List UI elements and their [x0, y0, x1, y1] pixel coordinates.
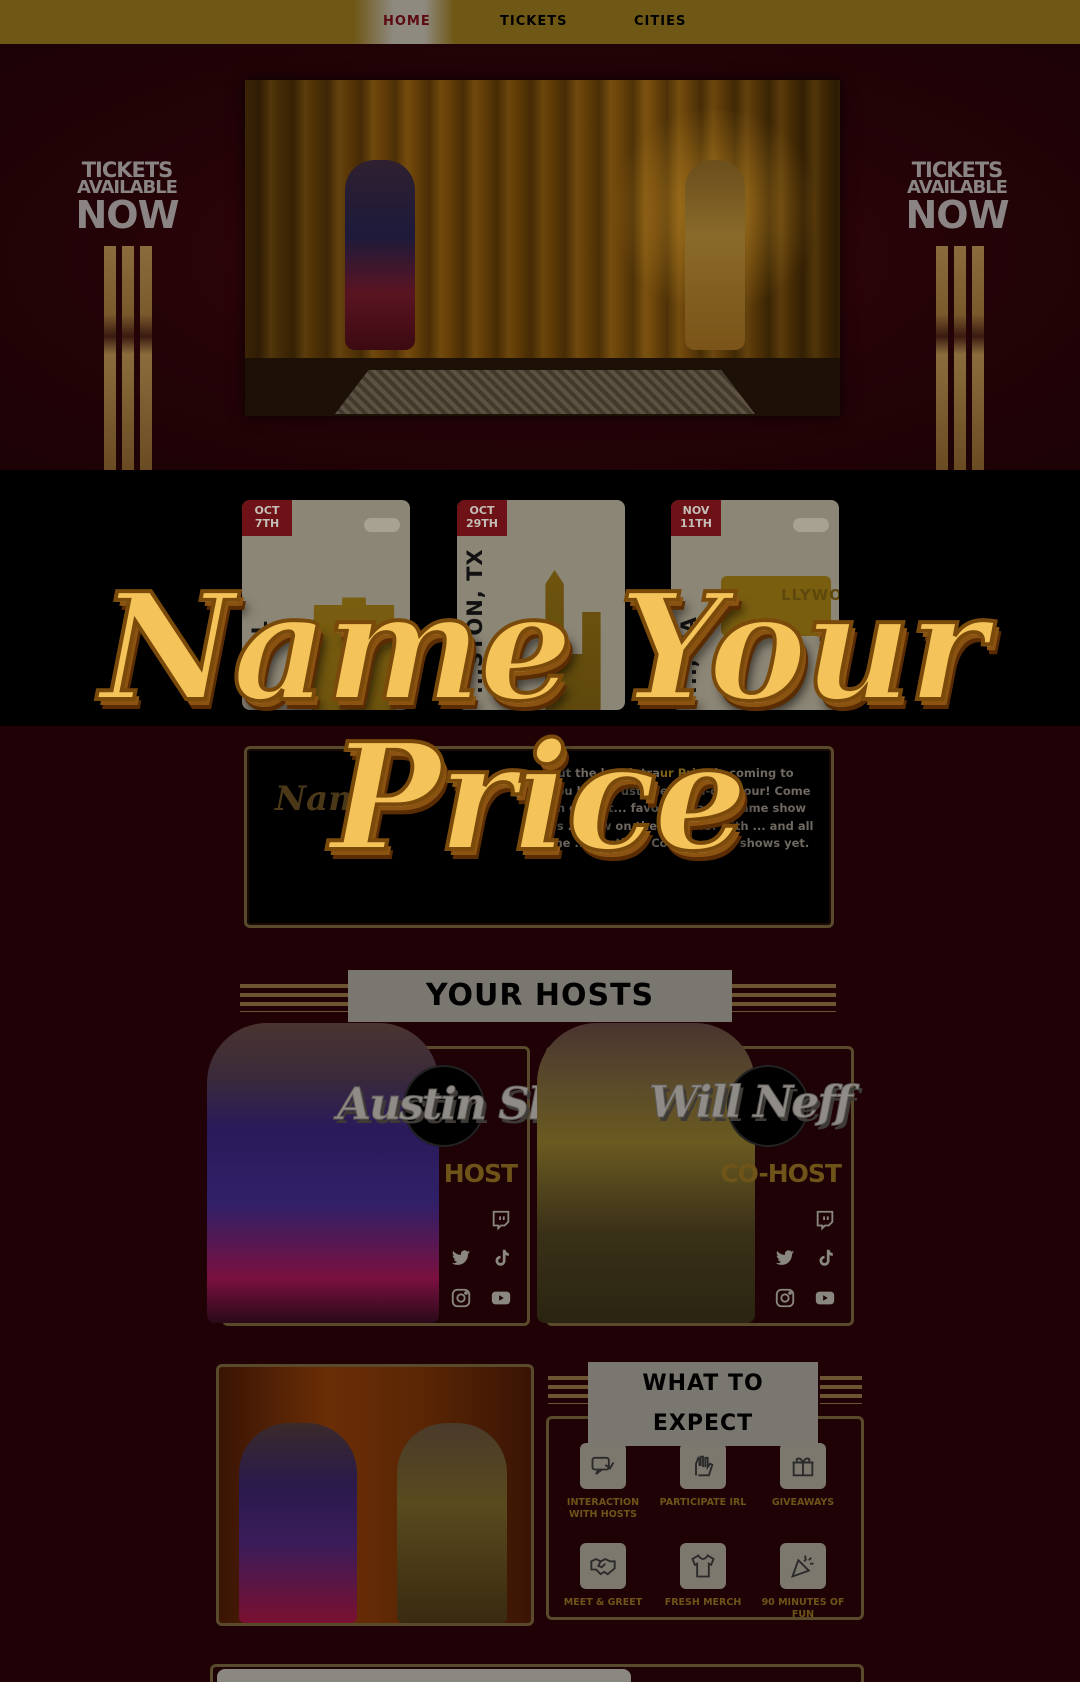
- nav-home-link[interactable]: HOME: [383, 14, 431, 29]
- hands-raised-icon: [680, 1443, 726, 1489]
- city-date: NOV 11TH: [671, 500, 721, 536]
- bottom-bar: [217, 1669, 631, 1682]
- expect-label: PARTICIPATE IRL: [659, 1497, 747, 1508]
- hosts-title: YOUR HOSTS: [348, 970, 732, 1022]
- about-text-start: Cut the laugh tra: [549, 766, 660, 780]
- expect-item-interaction: INTERACTION WITH HOSTS: [555, 1443, 651, 1521]
- stage-rug: [335, 370, 755, 414]
- nav-tickets-link[interactable]: TICKETS: [500, 14, 567, 29]
- tiktok-icon[interactable]: [489, 1247, 513, 1269]
- expect-item-merch: FRESH MERCH: [655, 1543, 751, 1609]
- expect-item-meet-greet: MEET & GREET: [555, 1543, 651, 1609]
- decorative-stripes-right: [936, 246, 984, 472]
- rocket-statue-icon: [545, 570, 601, 710]
- city-name: ..., CA: [677, 616, 701, 694]
- instagram-icon[interactable]: [773, 1287, 797, 1309]
- host-figure-right: [685, 160, 745, 350]
- hosts-stage-photo: [216, 1364, 534, 1626]
- tickets-available-badge-left[interactable]: TICKETS AVAILABLE NOW: [72, 160, 182, 237]
- bottom-section-preview: [210, 1664, 864, 1682]
- expect-label: INTERACTION WITH HOSTS: [566, 1497, 640, 1520]
- hollywood-sign-icon: [721, 576, 831, 636]
- decorative-stripes-left: [104, 246, 152, 472]
- host-photo: [207, 1023, 439, 1323]
- expect-item-giveaways: GIVEAWAYS: [755, 1443, 851, 1509]
- expect-label: MEET & GREET: [563, 1597, 643, 1608]
- twitch-icon[interactable]: [813, 1209, 837, 1231]
- host-role: CO-HOST: [720, 1159, 842, 1188]
- host-figure-left: [345, 160, 415, 350]
- host-card-will[interactable]: Will Neff CO-HOST: [537, 1023, 854, 1326]
- date-month: NOV: [682, 504, 710, 517]
- header-stripes-left: [240, 984, 350, 1012]
- date-day: 29TH: [465, 517, 499, 530]
- expect-title-line-2: EXPECT: [652, 1411, 754, 1436]
- city-card[interactable]: OCT 29TH ...STON, TX: [457, 500, 625, 710]
- city-name: ...STON, TX: [463, 548, 487, 694]
- host-card-austin[interactable]: Austin Show HOST: [207, 1023, 624, 1326]
- city-card[interactable]: OCT 7TH ..., FL: [242, 500, 410, 710]
- about-box: Nam Cut the laugh traur Price is coming …: [244, 746, 834, 928]
- youtube-icon[interactable]: [489, 1287, 513, 1309]
- top-nav: HOME TICKETS CITIES: [0, 0, 1080, 44]
- about-accent: ur Price: [659, 766, 711, 780]
- city-date: OCT 7TH: [242, 500, 292, 536]
- expect-title-line-1: WHAT TO: [642, 1371, 764, 1396]
- host-figure-left: [239, 1423, 357, 1623]
- header-stripes-right: [820, 1376, 862, 1404]
- about-logo: Nam: [275, 779, 365, 819]
- twitch-icon[interactable]: [489, 1209, 513, 1231]
- twitter-icon[interactable]: [773, 1247, 797, 1269]
- party-popper-icon: [780, 1543, 826, 1589]
- what-to-expect-title: WHAT TO EXPECT: [588, 1362, 818, 1446]
- tour-cities-band: OCT 7TH ..., FL OCT 29TH ...STON, TX NOV…: [0, 470, 1080, 726]
- badge-line-now: NOW: [905, 193, 1009, 237]
- cloud-icon: [793, 518, 829, 532]
- youtube-icon[interactable]: [813, 1287, 837, 1309]
- hosts-header: YOUR HOSTS: [240, 970, 836, 1022]
- castle-icon: [312, 560, 396, 710]
- host-figure-right: [397, 1423, 507, 1623]
- expect-item-participate: PARTICIPATE IRL: [655, 1443, 751, 1509]
- city-name: ..., FL: [248, 620, 272, 694]
- expect-label: GIVEAWAYS: [771, 1497, 835, 1508]
- about-text: Cut the laugh traur Price is coming to y…: [549, 765, 819, 853]
- tshirt-icon: [680, 1543, 726, 1589]
- tickets-available-badge-right[interactable]: TICKETS AVAILABLE NOW: [902, 160, 1012, 237]
- what-to-expect-header: WHAT TO EXPECT: [548, 1362, 862, 1446]
- badge-line-now: NOW: [75, 193, 179, 237]
- date-day: 11TH: [679, 517, 713, 530]
- interaction-icon: [580, 1443, 626, 1489]
- instagram-icon[interactable]: [449, 1287, 473, 1309]
- date-day: 7TH: [254, 517, 280, 530]
- expect-label: FRESH MERCH: [664, 1597, 742, 1608]
- host-role: HOST: [443, 1159, 518, 1188]
- gift-icon: [780, 1443, 826, 1489]
- hollywood-sign-text: LLYWOOD: [781, 586, 839, 604]
- tiktok-icon[interactable]: [813, 1247, 837, 1269]
- twitter-icon[interactable]: [449, 1247, 473, 1269]
- header-stripes-right: [731, 984, 836, 1012]
- hero-section: TICKETS AVAILABLE NOW TICKETS AVAILABLE …: [0, 44, 1080, 472]
- cloud-icon: [364, 518, 400, 532]
- expect-item-fun: 90 MINUTES OF FUN: [755, 1543, 851, 1621]
- date-month: OCT: [469, 504, 495, 517]
- hero-video[interactable]: [245, 80, 840, 416]
- handshake-icon: [580, 1543, 626, 1589]
- nav-cities-link[interactable]: CITIES: [634, 14, 686, 29]
- what-to-expect-box: INTERACTION WITH HOSTS PARTICIPATE IRL G…: [546, 1416, 864, 1620]
- city-date: OCT 29TH: [457, 500, 507, 536]
- expect-label: 90 MINUTES OF FUN: [761, 1597, 845, 1620]
- city-card[interactable]: NOV 11TH ..., CA LLYWOOD: [671, 500, 839, 710]
- date-month: OCT: [254, 504, 280, 517]
- host-name: Will Neff: [648, 1077, 853, 1129]
